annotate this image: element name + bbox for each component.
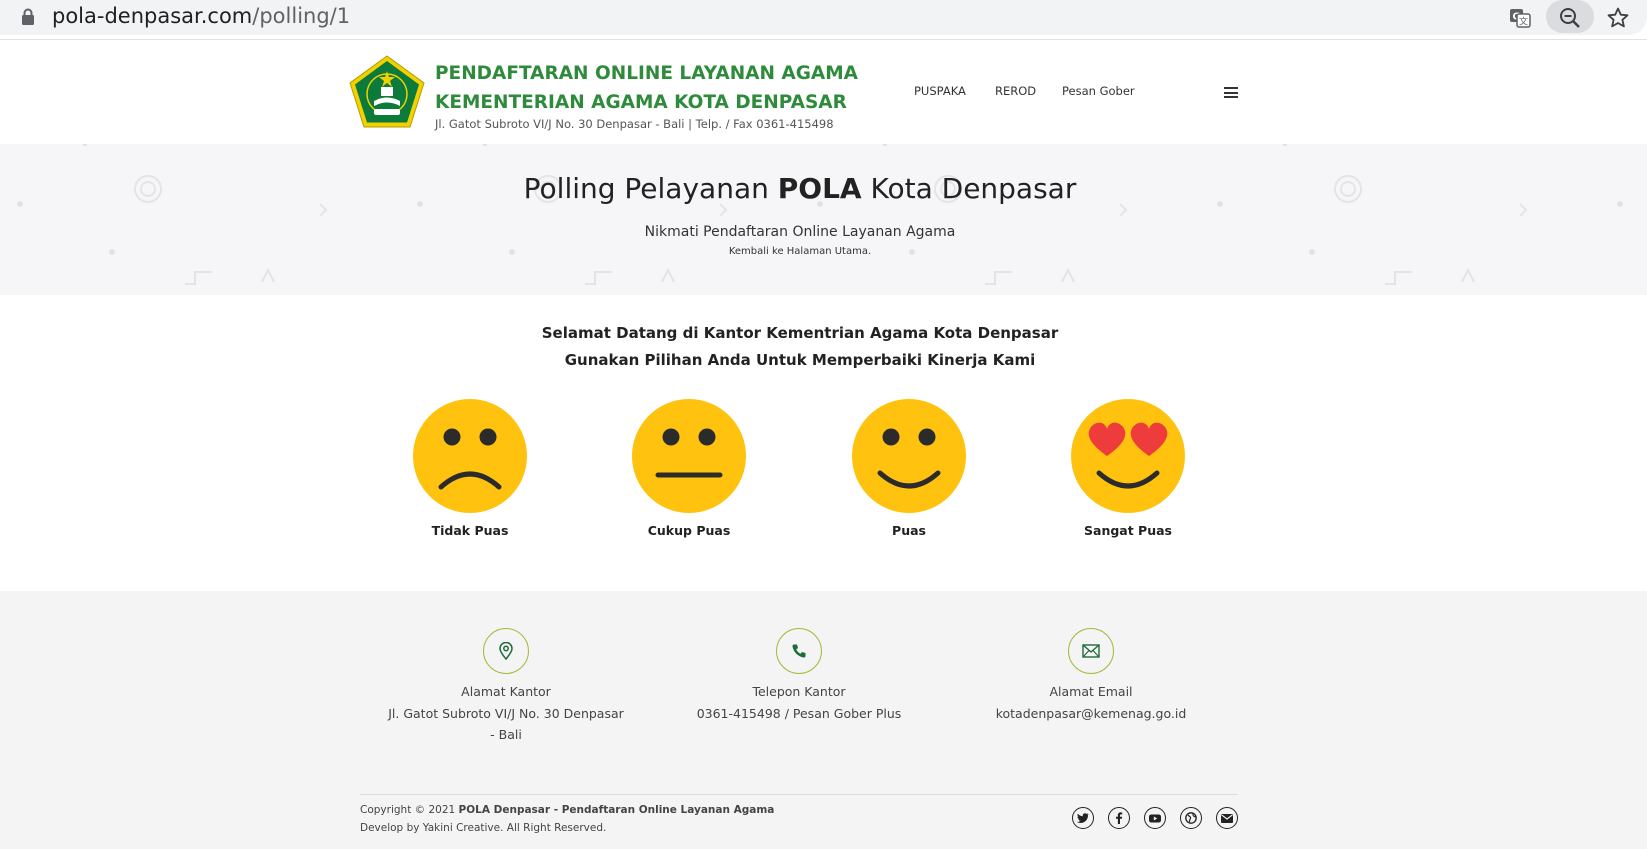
page-title: Polling Pelayanan POLA Kota Denpasar: [523, 172, 1077, 205]
poll-option-sangat-puas[interactable]: Sangat Puas: [1058, 399, 1198, 538]
welcome-message: Selamat Datang di Kantor Kementrian Agam…: [541, 324, 1059, 369]
hero-subtitle: Nikmati Pendaftaran Online Layanan Agama: [644, 224, 956, 240]
contact-title: Telepon Kantor: [752, 684, 846, 699]
svg-text:文: 文: [1519, 16, 1528, 28]
poll-option-puas[interactable]: Puas: [839, 399, 979, 538]
poll-option-label: Sangat Puas: [1084, 523, 1172, 538]
hero-banner: Polling Pelayanan POLA Kota Denpasar Nik…: [0, 144, 1647, 295]
kemenag-logo[interactable]: [348, 54, 426, 130]
contact-text: Jl. Gatot Subroto VI/J No. 30 Denpasar -…: [388, 706, 624, 742]
lock-icon: [22, 8, 34, 25]
back-to-home-link[interactable]: Kembali ke Halaman Utama.: [0, 246, 1600, 257]
address-bar[interactable]: pola-denpasar.com/polling/1: [0, 0, 1647, 35]
youtube-icon[interactable]: [1144, 807, 1166, 829]
poll-option-cukup-puas[interactable]: Cukup Puas: [619, 399, 759, 538]
contact-title: Alamat Kantor: [461, 684, 551, 699]
mail-icon: [1068, 628, 1114, 674]
poll-option-label: Puas: [892, 523, 926, 538]
contact-text: 0361-415498 / Pesan Gober Plus: [696, 706, 902, 721]
site-footer: Alamat Kantor Jl. Gatot Subroto VI/J No.…: [0, 591, 1647, 849]
twitter-icon[interactable]: [1072, 807, 1094, 829]
contact-email: Alamat Email kotadenpasar@kemenag.go.id: [961, 628, 1221, 724]
footer-divider: [360, 794, 1238, 795]
contact-phone: Telepon Kantor 0361-415498 / Pesan Gober…: [669, 628, 929, 724]
url-text[interactable]: pola-denpasar.com/polling/1: [52, 4, 350, 28]
poll-option-tidak-puas[interactable]: Tidak Puas: [400, 399, 540, 538]
location-pin-icon: [483, 628, 529, 674]
website-icon[interactable]: [1180, 807, 1202, 829]
hero-pattern: [17, 144, 1623, 285]
poll-option-label: Cukup Puas: [647, 523, 731, 538]
nav-item-rerod[interactable]: REROD: [995, 84, 1036, 98]
site-header: PENDAFTARAN ONLINE LAYANAN AGAMA KEMENTE…: [0, 41, 1647, 144]
nav-item-pesan-gober[interactable]: Pesan Gober: [1062, 84, 1135, 98]
email-icon[interactable]: [1216, 807, 1238, 829]
sad-face-icon[interactable]: [413, 399, 527, 513]
hamburger-menu-icon[interactable]: [1224, 87, 1238, 98]
contact-text[interactable]: kotadenpasar@kemenag.go.id: [961, 703, 1221, 724]
phone-icon: [776, 628, 822, 674]
browser-toolbar: pola-denpasar.com/polling/1 G 文: [0, 0, 1647, 40]
developer-link[interactable]: Yakini Creative: [423, 822, 500, 834]
site-address: Jl. Gatot Subroto VI/J No. 30 Denpasar -…: [435, 117, 834, 131]
heart-eyes-face-icon[interactable]: [1071, 399, 1185, 513]
contact-title: Alamat Email: [1049, 684, 1133, 699]
translate-icon[interactable]: G 文: [1505, 3, 1535, 33]
contact-address: Alamat Kantor Jl. Gatot Subroto VI/J No.…: [376, 628, 636, 745]
zoom-out-icon[interactable]: [1555, 3, 1585, 33]
neutral-face-icon[interactable]: [632, 399, 746, 513]
smile-face-icon[interactable]: [852, 399, 966, 513]
nav-item-puspaka[interactable]: PUSPAKA: [914, 84, 966, 98]
star-bookmark-icon[interactable]: [1603, 3, 1633, 33]
copyright-text: Copyright © 2021 POLA Denpasar - Pendaft…: [360, 804, 775, 834]
poll-option-label: Tidak Puas: [431, 523, 509, 538]
site-title[interactable]: PENDAFTARAN ONLINE LAYANAN AGAMA KEMENTE…: [435, 59, 858, 117]
facebook-icon[interactable]: [1108, 807, 1130, 829]
